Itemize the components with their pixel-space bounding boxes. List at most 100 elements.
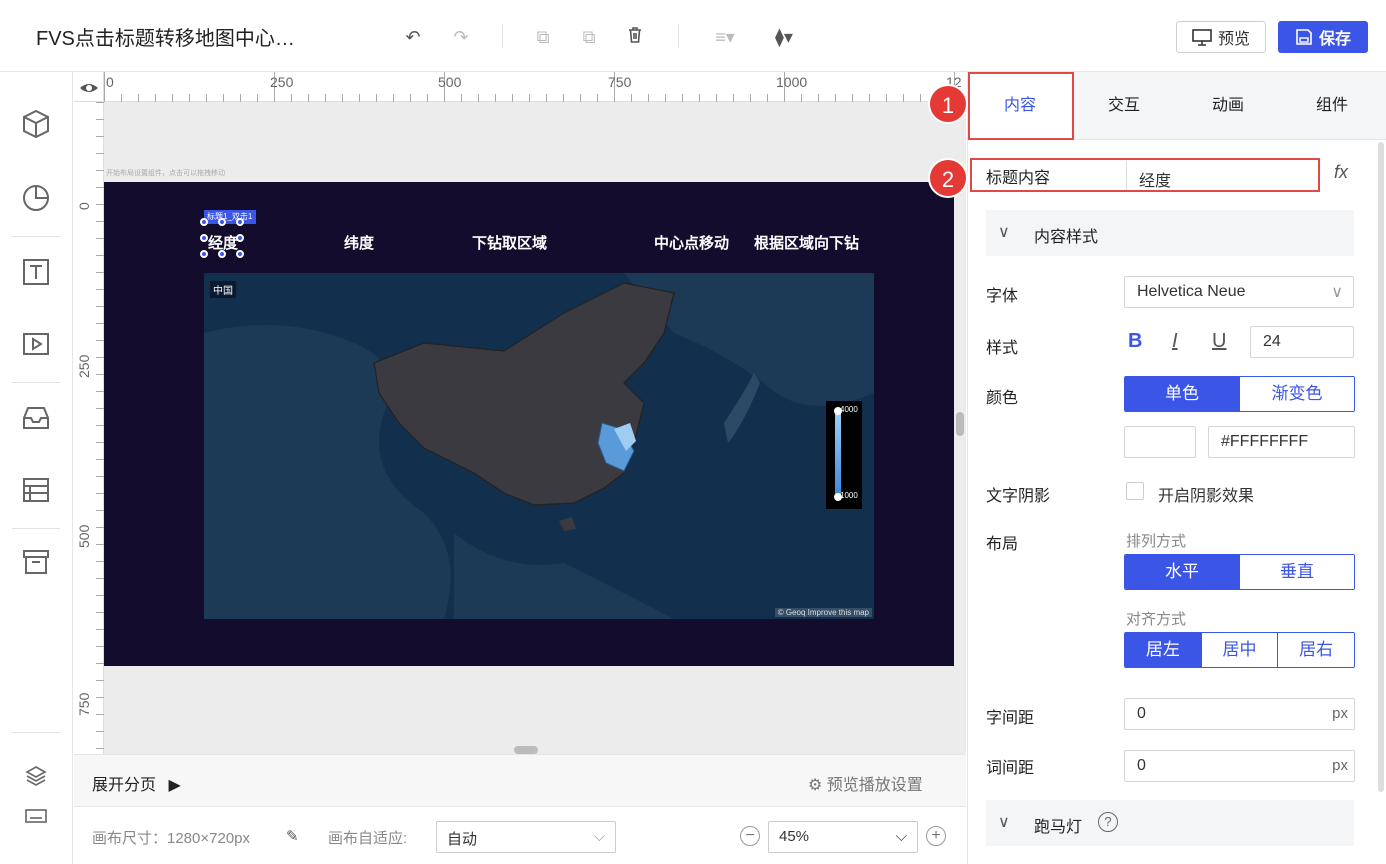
highlight-box-title: [970, 158, 1320, 192]
chevron-down-icon: ⌵: [593, 828, 605, 845]
style-label: 样式: [986, 340, 1019, 357]
align-left[interactable]: 居左: [1125, 633, 1201, 667]
china-map[interactable]: 中国 4000 1000 © Geoq Improve this map: [204, 273, 874, 619]
ruler-label: 500: [438, 74, 462, 90]
archive-icon[interactable]: [20, 546, 52, 578]
selection-handles[interactable]: [200, 218, 244, 258]
3d-cube-icon[interactable]: [20, 108, 52, 140]
play-triangle-icon: ▶: [168, 777, 181, 794]
underline-toggle[interactable]: U: [1212, 330, 1226, 353]
design-canvas[interactable]: 0 250 500 750 1000 12 0 250 500 750 开始布局…: [74, 72, 966, 754]
delete-icon[interactable]: [624, 26, 646, 48]
canvas-adapt-select[interactable]: 自动 ⌵: [436, 821, 616, 853]
horizontal-scrollbar[interactable]: [514, 746, 538, 754]
legend-min: 1000: [840, 491, 858, 500]
font-select[interactable]: Helvetica Neue ∨: [1124, 276, 1354, 308]
bring-forward-icon[interactable]: ⧉: [532, 26, 554, 48]
align-label: 对齐方式: [1126, 611, 1187, 628]
tab-interaction[interactable]: 交互: [1072, 72, 1176, 140]
gear-icon: ⚙: [808, 777, 823, 794]
canvas-adapt-label: 画布自适应:: [328, 830, 408, 847]
preview-label: 预览: [1217, 31, 1250, 48]
marquee-section[interactable]: ∨ 跑马灯 ?: [986, 800, 1354, 846]
expand-pages-label: 展开分页: [92, 777, 157, 794]
vertical-ruler: 0 250 500 750: [74, 102, 104, 754]
shadow-checkbox-label: 开启阴影效果: [1158, 488, 1255, 505]
title-drill-region[interactable]: 下钻取区域: [472, 232, 547, 253]
keyboard-icon[interactable]: [24, 806, 48, 826]
align-toggle[interactable]: 居左 居中 居右: [1124, 632, 1355, 668]
layers-icon[interactable]: [24, 764, 48, 788]
play-settings-label: 预览播放设置: [826, 777, 923, 794]
app-title: FVS点击标题转移地图中心…: [36, 28, 295, 50]
word-spacing-label: 词间距: [986, 760, 1035, 777]
tab-animation[interactable]: 动画: [1176, 72, 1280, 140]
color-mode-toggle[interactable]: 单色 渐变色: [1124, 376, 1355, 412]
color-hex-input[interactable]: #FFFFFFFF: [1208, 426, 1355, 458]
align-icon[interactable]: ≡▾: [708, 26, 742, 48]
zoom-out-button[interactable]: −: [740, 826, 760, 846]
tab-component[interactable]: 组件: [1280, 72, 1384, 140]
letter-spacing-input[interactable]: 0 px: [1124, 698, 1355, 730]
arrange-vertical[interactable]: 垂直: [1239, 555, 1354, 589]
top-toolbar: FVS点击标题转移地图中心… ↶ ↷ ⧉ ⧉ ≡▾ ⧫▾ 预览 保存: [0, 0, 1386, 72]
align-right[interactable]: 居右: [1277, 633, 1354, 667]
save-label: 保存: [1318, 31, 1351, 48]
preview-button[interactable]: 预览: [1176, 21, 1266, 53]
layout-label: 布局: [986, 536, 1019, 553]
monitor-icon: [1192, 29, 1212, 46]
section-title: 跑马灯: [1034, 819, 1083, 836]
title-latitude[interactable]: 纬度: [344, 232, 374, 253]
font-size-input[interactable]: 24: [1250, 326, 1354, 358]
title-center-move[interactable]: 中心点移动: [654, 232, 729, 253]
dashboard-page[interactable]: 标题1_双击1 经度 纬度 下钻取区域 中心点移动 根据区域向下钻 中国 400…: [104, 182, 954, 666]
send-backward-icon[interactable]: ⧉: [578, 26, 600, 48]
panel-scrollbar[interactable]: [1378, 142, 1384, 792]
save-button[interactable]: 保存: [1278, 21, 1368, 53]
ruler-label: 250: [270, 74, 294, 90]
pie-chart-icon[interactable]: [20, 182, 52, 214]
arrange-horizontal[interactable]: 水平: [1125, 555, 1239, 589]
ruler-label: 750: [76, 692, 92, 716]
inbox-icon[interactable]: [20, 402, 52, 434]
unit-px: px: [1332, 705, 1348, 722]
redo-icon[interactable]: ↷: [450, 26, 472, 48]
table-icon[interactable]: [20, 474, 52, 506]
vertical-scrollbar[interactable]: [956, 412, 964, 436]
align-center[interactable]: 居中: [1200, 633, 1278, 667]
eye-icon[interactable]: [74, 72, 104, 102]
preview-play-settings-button[interactable]: ⚙ 预览播放设置: [808, 771, 923, 795]
undo-icon[interactable]: ↶: [402, 26, 424, 48]
title-region-drilldown[interactable]: 根据区域向下钻: [754, 232, 859, 253]
font-value: Helvetica Neue: [1137, 283, 1246, 300]
content-style-section[interactable]: ∨ 内容样式: [986, 210, 1354, 256]
expand-pages-button[interactable]: 展开分页 ▶: [92, 771, 181, 795]
horizontal-ruler: 0 250 500 750 1000 12: [104, 72, 966, 102]
color-swatch[interactable]: [1124, 426, 1196, 458]
italic-toggle[interactable]: I: [1172, 330, 1178, 353]
shadow-checkbox[interactable]: [1126, 482, 1144, 500]
zoom-select[interactable]: 45% ⌵: [768, 821, 918, 853]
step-badge-2: 2: [928, 158, 968, 198]
ruler-label: 1000: [776, 74, 808, 90]
chevron-down-icon: ∨: [1331, 284, 1343, 301]
zoom-in-button[interactable]: +: [926, 826, 946, 846]
arrange-toggle[interactable]: 水平 垂直: [1124, 554, 1355, 590]
chevron-down-icon: ∨: [998, 224, 1010, 241]
help-icon[interactable]: ?: [1098, 812, 1118, 832]
status-bar: 画布尺寸：1280×720px ✎ 画布自适应: 自动 ⌵ − 45% ⌵ +: [74, 806, 966, 864]
map-visual-legend[interactable]: 4000 1000: [826, 401, 862, 509]
word-spacing-input[interactable]: 0 px: [1124, 750, 1355, 782]
component-sidebar: [0, 72, 73, 864]
map-attribution[interactable]: © Geoq Improve this map: [774, 608, 872, 617]
section-title: 内容样式: [1034, 229, 1099, 246]
color-mode-single[interactable]: 单色: [1125, 377, 1239, 411]
video-icon[interactable]: [20, 328, 52, 360]
layers-dropdown-icon[interactable]: ⧫▾: [766, 26, 802, 48]
ruler-corner[interactable]: [74, 72, 104, 102]
edit-size-icon[interactable]: ✎: [286, 827, 299, 845]
fx-button[interactable]: fx: [1334, 162, 1348, 183]
text-icon[interactable]: [20, 256, 52, 288]
bold-toggle[interactable]: B: [1128, 330, 1142, 353]
color-mode-gradient[interactable]: 渐变色: [1239, 377, 1354, 411]
